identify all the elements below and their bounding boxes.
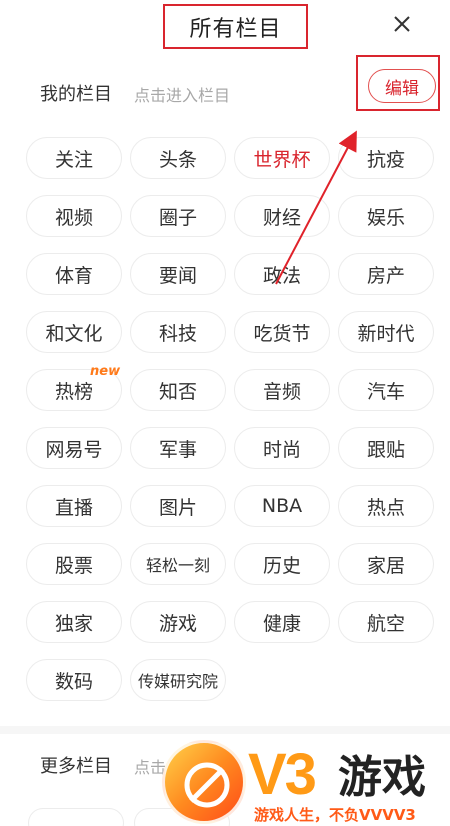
channel-chip[interactable]: 视频	[26, 195, 122, 237]
channel-chip[interactable]: 股票	[26, 543, 122, 585]
channel-chip[interactable]: 要闻	[130, 253, 226, 295]
channel-chip[interactable]: 历史	[234, 543, 330, 585]
watermark-slogan: 游戏人生，不负VVVV3	[254, 806, 416, 824]
channel-chip[interactable]: 体育	[26, 253, 122, 295]
watermark: V3 游戏 游戏人生，不负VVVV3	[162, 738, 450, 826]
channel-chip[interactable]: 独家	[26, 601, 122, 643]
channel-chip[interactable]: 抗疫	[338, 137, 434, 179]
channel-chip[interactable]: 直播	[26, 485, 122, 527]
new-badge: new	[90, 364, 121, 379]
channel-chip[interactable]: 吃货节	[234, 311, 330, 353]
more-channels-label: 更多栏目	[40, 756, 112, 777]
channel-chip[interactable]: 娱乐	[338, 195, 434, 237]
channel-chip[interactable]: 图片	[130, 485, 226, 527]
channel-grid: 关注 头条 世界杯 抗疫 视频 圈子 财经 娱乐 体育 要闻 政法 房产 和文化 科技 吃货节 新时代 热榜 知否…	[0, 0, 450, 730]
channel-chip[interactable]: 轻松一刻	[130, 543, 226, 585]
channel-chip[interactable]: 跟贴	[338, 427, 434, 469]
more-channel-chip[interactable]	[28, 808, 124, 826]
channel-chip[interactable]: 新时代	[338, 311, 434, 353]
channel-chip[interactable]: 知否	[130, 369, 226, 411]
channel-chip[interactable]: 时尚	[234, 427, 330, 469]
channel-chip[interactable]: 热点	[338, 485, 434, 527]
channel-chip[interactable]: 汽车	[338, 369, 434, 411]
channel-chip[interactable]: NBA	[234, 485, 330, 527]
channel-chip[interactable]: 头条	[130, 137, 226, 179]
watermark-logo-icon	[162, 740, 246, 824]
channel-chip[interactable]: 航空	[338, 601, 434, 643]
channel-chip[interactable]: 科技	[130, 311, 226, 353]
channel-chip[interactable]: 传媒研究院	[130, 659, 226, 701]
channel-chip[interactable]: 音频	[234, 369, 330, 411]
channel-chip[interactable]: 数码	[26, 659, 122, 701]
channel-chip[interactable]: 世界杯	[234, 137, 330, 179]
channel-chip[interactable]: 圈子	[130, 195, 226, 237]
channel-chip[interactable]: 家居	[338, 543, 434, 585]
channel-chip[interactable]: 和文化	[26, 311, 122, 353]
channel-chip[interactable]: 财经	[234, 195, 330, 237]
channel-chip[interactable]: 健康	[234, 601, 330, 643]
watermark-brand: V3	[248, 742, 317, 807]
channel-chip[interactable]: 军事	[130, 427, 226, 469]
channel-chip[interactable]: 游戏	[130, 601, 226, 643]
watermark-name: 游戏	[338, 752, 426, 803]
channel-chip[interactable]: 关注	[26, 137, 122, 179]
channel-chip[interactable]: 网易号	[26, 427, 122, 469]
channel-chip[interactable]: 政法	[234, 253, 330, 295]
section-divider	[0, 726, 450, 734]
channel-chip[interactable]: 房产	[338, 253, 434, 295]
